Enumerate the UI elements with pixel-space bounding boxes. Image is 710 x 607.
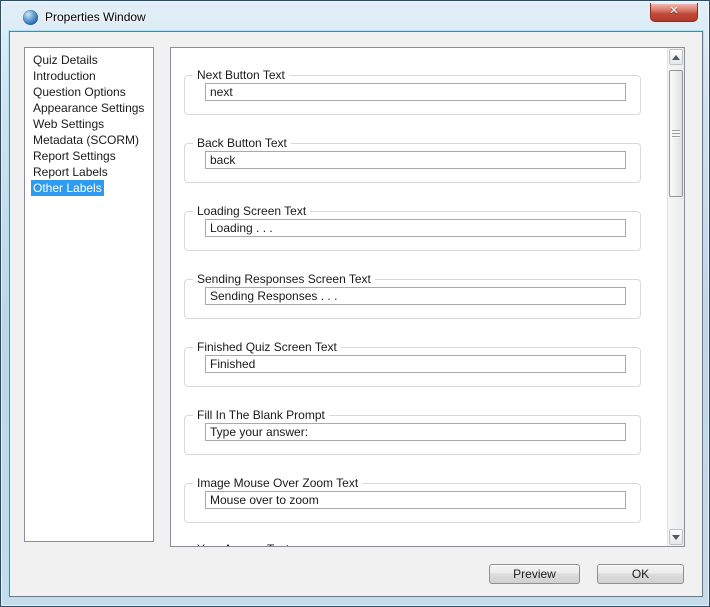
group-label: Loading Screen Text: [193, 204, 310, 218]
sidebar-item-other-labels[interactable]: Other Labels: [25, 180, 153, 196]
settings-panel: Next Button Text Back Button Text Loadin…: [170, 47, 685, 547]
scroll-up-button[interactable]: [669, 49, 683, 65]
group-fill-in-blank-prompt: Fill In The Blank Prompt: [184, 408, 641, 455]
sidebar-item-appearance-settings[interactable]: Appearance Settings: [25, 100, 153, 116]
titlebar[interactable]: Properties Window ✕: [1, 1, 709, 31]
sending-responses-text-input[interactable]: [205, 287, 626, 305]
properties-window: Properties Window ✕ Quiz Details Introdu…: [0, 0, 710, 607]
group-label: Fill In The Blank Prompt: [193, 408, 329, 422]
preview-button[interactable]: Preview: [489, 564, 580, 584]
loading-screen-text-input[interactable]: [205, 219, 626, 237]
ok-button[interactable]: OK: [597, 564, 684, 584]
group-next-button-text: Next Button Text: [184, 68, 641, 115]
scrollbar-grip-icon: [672, 130, 680, 138]
close-icon: ✕: [669, 5, 678, 17]
finished-quiz-text-input[interactable]: [205, 355, 626, 373]
group-label: Your Answer Text: [193, 542, 293, 547]
group-sending-responses-text: Sending Responses Screen Text: [184, 272, 641, 319]
group-label: Sending Responses Screen Text: [193, 272, 375, 286]
next-button-text-input[interactable]: [205, 83, 626, 101]
scroll-down-button[interactable]: [669, 529, 683, 545]
group-label: Finished Quiz Screen Text: [193, 340, 341, 354]
group-back-button-text: Back Button Text: [184, 136, 641, 183]
close-button[interactable]: ✕: [650, 3, 698, 22]
group-your-answer-text: Your Answer Text: [184, 542, 641, 547]
scroll-down-icon: [672, 535, 680, 540]
group-finished-quiz-text: Finished Quiz Screen Text: [184, 340, 641, 387]
group-label: Image Mouse Over Zoom Text: [193, 476, 362, 490]
vertical-scrollbar[interactable]: [667, 48, 684, 546]
client-area: Quiz Details Introduction Question Optio…: [9, 31, 703, 597]
sidebar-item-question-options[interactable]: Question Options: [25, 84, 153, 100]
group-label: Next Button Text: [193, 68, 289, 82]
sidebar-item-report-labels[interactable]: Report Labels: [25, 164, 153, 180]
image-zoom-text-input[interactable]: [205, 491, 626, 509]
sidebar-item-quiz-details[interactable]: Quiz Details: [25, 52, 153, 68]
settings-panel-content: Next Button Text Back Button Text Loadin…: [171, 48, 667, 546]
group-image-zoom-text: Image Mouse Over Zoom Text: [184, 476, 641, 523]
sidebar-item-report-settings[interactable]: Report Settings: [25, 148, 153, 164]
window-title: Properties Window: [45, 10, 146, 24]
back-button-text-input[interactable]: [205, 151, 626, 169]
group-label: Back Button Text: [193, 136, 291, 150]
sidebar-item-introduction[interactable]: Introduction: [25, 68, 153, 84]
app-icon: [23, 10, 38, 25]
group-loading-screen-text: Loading Screen Text: [184, 204, 641, 251]
category-list: Quiz Details Introduction Question Optio…: [24, 47, 154, 542]
scrollbar-thumb[interactable]: [669, 70, 683, 197]
fill-in-blank-prompt-input[interactable]: [205, 423, 626, 441]
sidebar-item-web-settings[interactable]: Web Settings: [25, 116, 153, 132]
scroll-up-icon: [672, 55, 680, 60]
sidebar-item-metadata-scorm[interactable]: Metadata (SCORM): [25, 132, 153, 148]
